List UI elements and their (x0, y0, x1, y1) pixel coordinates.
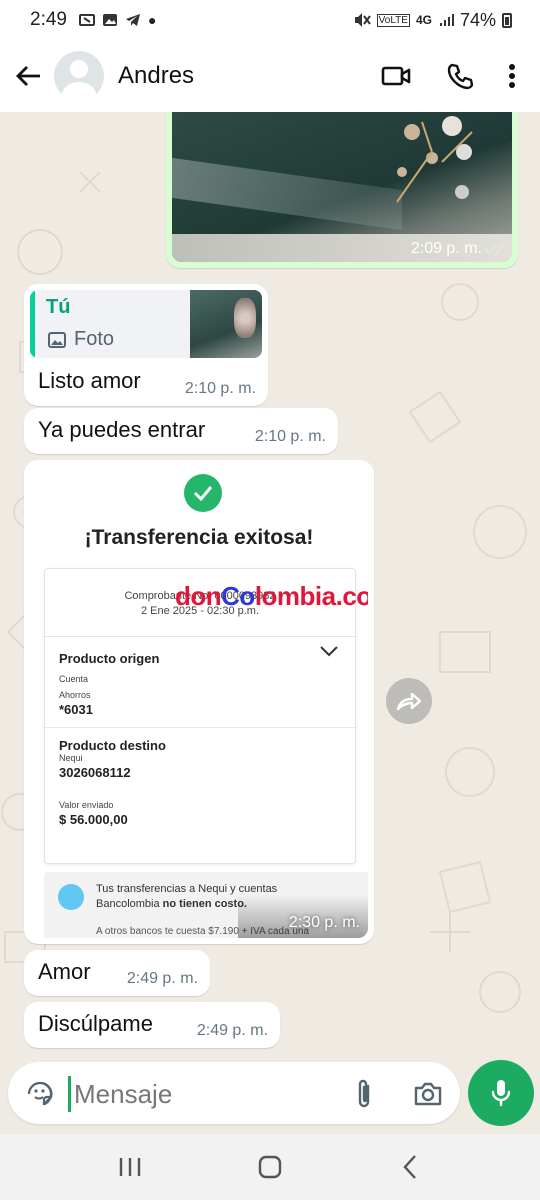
status-time: 2:49 (30, 9, 67, 30)
volte-icon: VoLTE (376, 13, 410, 27)
video-call-icon (381, 66, 411, 86)
outgoing-image-message[interactable]: 2:09 p. m. (166, 112, 518, 268)
back-arrow-icon (16, 66, 40, 86)
incoming-image-message[interactable]: ¡Transferencia exitosa! Comprobante No. … (24, 460, 374, 944)
reply-message[interactable]: Tú Foto Listo amor 2:10 p. m. (24, 284, 268, 406)
microphone-icon (491, 1080, 511, 1107)
recent-apps-button[interactable] (100, 1142, 160, 1192)
status-right: VoLTE 4G 74% (353, 10, 512, 31)
message-time: 2:49 p. m. (196, 1022, 268, 1039)
home-button[interactable] (240, 1142, 300, 1192)
more-notifications-dot: ● (147, 12, 157, 28)
dest-title: Producto destino (59, 738, 166, 753)
destination-section: Producto destino Nequi 3026068112 Valor … (45, 738, 355, 827)
origin-title: Producto origen (59, 651, 160, 666)
message-text: Ya puedes entrar (38, 417, 206, 442)
attach-button[interactable] (344, 1074, 384, 1114)
receipt-header: Comprobante No. 0000093982 2 Ene 2025 - … (45, 569, 368, 637)
success-check-icon (184, 474, 222, 512)
watermark: donColombia.com (175, 581, 368, 611)
amount-value: $ 56.000,00 (59, 812, 128, 827)
status-bar: 2:49 ● VoLTE 4G 74% (0, 0, 540, 40)
network-type: 4G (415, 13, 432, 27)
receipt-card: Comprobante No. 0000093982 2 Ene 2025 - … (44, 568, 368, 864)
sticker-icon (27, 1081, 53, 1106)
chat-area[interactable]: 2:09 p. m. Tú Foto Listo amor 2:10 p. m.… (0, 112, 540, 1060)
back-nav-icon (403, 1155, 416, 1179)
message-composer (0, 1060, 540, 1134)
chevron-down-icon (320, 646, 338, 657)
origin-account-number: *6031 (59, 702, 93, 717)
contact-name[interactable]: Andres (118, 62, 194, 90)
message-time: 2:49 p. m. (126, 970, 198, 987)
divider (45, 727, 355, 728)
message-text: Discúlpame (38, 1011, 153, 1036)
message-input[interactable] (74, 1074, 314, 1114)
message-time: 2:10 p. m. (184, 380, 256, 397)
sticker-button[interactable] (20, 1074, 60, 1114)
telegram-notification-icon (125, 14, 140, 26)
photo-icon (48, 331, 66, 348)
voice-message-button[interactable] (468, 1060, 534, 1126)
quote-author: Tú (46, 296, 71, 318)
forward-icon (396, 692, 422, 711)
back-button[interactable] (6, 53, 52, 99)
photo-decoration-detail (396, 116, 473, 203)
lightbulb-icon (58, 884, 84, 910)
text-caret (68, 1076, 71, 1112)
more-options-button[interactable] (492, 48, 532, 104)
message-time: 2:30 p. m. (288, 914, 360, 931)
text-message[interactable]: Discúlpame 2:49 p. m. (24, 1002, 280, 1048)
origin-account-type: Ahorros (59, 690, 91, 700)
message-text: Amor (38, 959, 91, 984)
more-options-icon (509, 64, 515, 88)
voice-call-button[interactable] (428, 48, 492, 104)
camera-icon (414, 1082, 442, 1106)
chat-header: Andres (0, 40, 540, 112)
dest-number: 3026068112 (59, 765, 131, 780)
battery-icon (502, 12, 512, 28)
system-nav-bar (0, 1134, 540, 1200)
message-text: Listo amor (38, 368, 141, 393)
delivered-ticks-icon (484, 243, 505, 256)
quote-type: Foto (48, 328, 114, 351)
photo-glass-detail (172, 157, 402, 231)
forward-button[interactable] (386, 678, 432, 724)
input-pill (8, 1062, 460, 1124)
transfer-receipt-image[interactable]: ¡Transferencia exitosa! Comprobante No. … (30, 466, 368, 938)
quote-bar (30, 290, 35, 358)
call-notification-icon (78, 14, 95, 26)
mute-icon (354, 13, 371, 27)
avatar[interactable] (54, 51, 104, 101)
quote-thumbnail (190, 290, 262, 358)
dest-bank: Nequi (59, 753, 83, 763)
paperclip-icon (358, 1079, 370, 1108)
battery-percent: 74% (459, 9, 496, 30)
notification-icons: ● (78, 12, 157, 28)
back-nav-button[interactable] (380, 1142, 440, 1192)
text-message[interactable]: Ya puedes entrar 2:10 p. m. (24, 408, 338, 454)
signal-icon (439, 14, 454, 26)
receipt-title: ¡Transferencia exitosa! (84, 526, 314, 549)
camera-button[interactable] (406, 1074, 450, 1114)
video-call-button[interactable] (364, 48, 428, 104)
origin-section: Producto origen Cuenta Ahorros *6031 (45, 637, 355, 717)
amount-label: Valor enviado (59, 800, 114, 810)
message-time: 2:10 p. m. (254, 428, 326, 445)
text-message[interactable]: Amor 2:49 p. m. (24, 950, 210, 996)
home-icon (258, 1155, 282, 1179)
message-time: 2:09 p. m. (410, 240, 482, 257)
recent-apps-icon (119, 1158, 141, 1176)
phone-icon (447, 63, 474, 90)
origin-account-label: Cuenta (59, 674, 89, 684)
quoted-message[interactable]: Tú Foto (30, 290, 262, 358)
gallery-notification-icon (102, 14, 117, 26)
header-actions (364, 48, 532, 104)
quote-type-label: Foto (74, 328, 115, 350)
